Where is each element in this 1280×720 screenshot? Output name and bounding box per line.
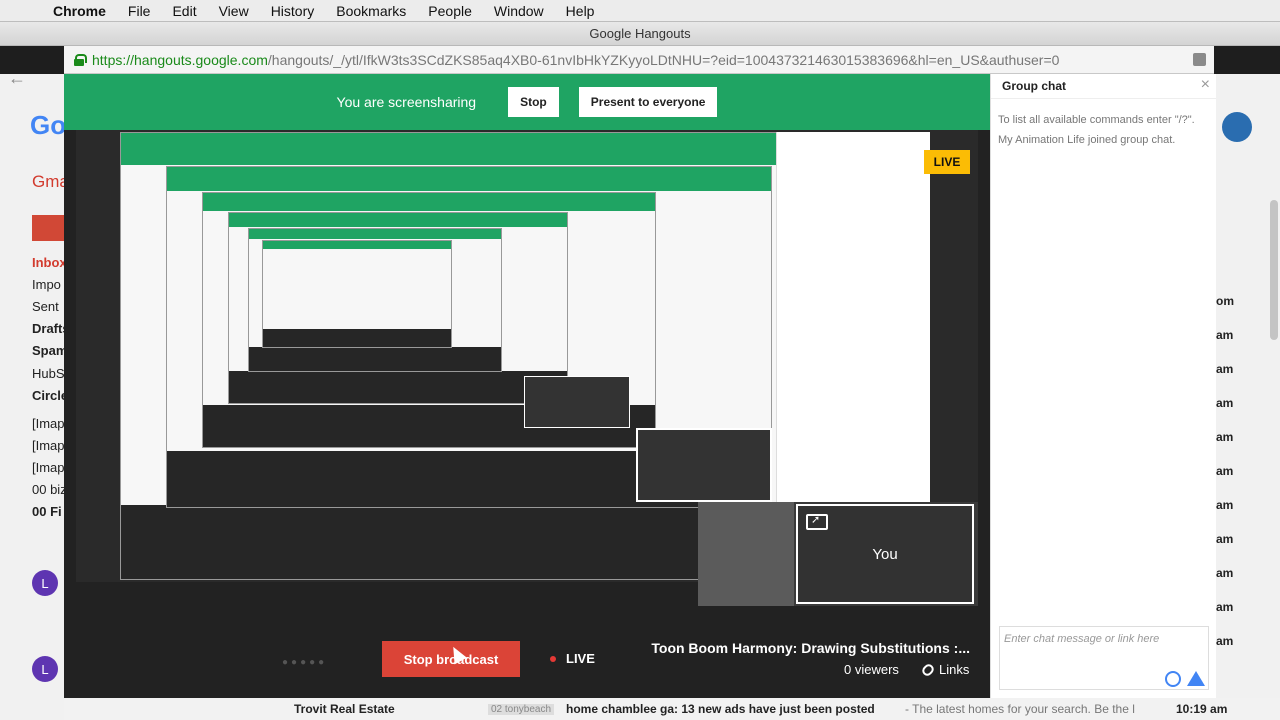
stop-screenshare-button[interactable]: Stop — [508, 87, 559, 117]
broadcast-title: Toon Boom Harmony: Drawing Substitutions… — [651, 640, 970, 656]
screenshare-status: You are screensharing — [336, 94, 477, 110]
email-time: am — [1216, 328, 1234, 342]
contact-avatar[interactable]: L — [32, 656, 58, 682]
email-sender: Trovit Real Estate — [294, 702, 395, 716]
email-time: 10:19 am — [1176, 702, 1228, 716]
email-time: am — [1216, 396, 1234, 410]
live-badge: LIVE — [924, 150, 970, 174]
menu-chrome[interactable]: Chrome — [42, 3, 117, 19]
nav-important[interactable]: Impo — [32, 277, 61, 292]
address-bar[interactable]: https://hangouts.google.com /hangouts/_/… — [64, 46, 1214, 74]
present-to-everyone-button[interactable]: Present to everyone — [578, 87, 718, 117]
contact-avatar[interactable]: L — [32, 570, 58, 596]
email-time: am — [1216, 532, 1234, 546]
live-indicator: LIVE — [566, 651, 595, 666]
menu-help[interactable]: Help — [555, 3, 606, 19]
email-snippet: - The latest homes for your search. Be t… — [905, 702, 1135, 716]
nav-hubspot[interactable]: HubS — [32, 366, 65, 381]
email-label-tag: 02 tonybeach — [488, 703, 555, 715]
toolbar-dim-icons[interactable]: ●●●●● — [282, 657, 327, 668]
email-row[interactable]: Trovit Real Estate 02 tonybeach home cha… — [64, 698, 1280, 720]
nav-imap-3[interactable]: [Imap — [32, 460, 65, 475]
nav-sent[interactable]: Sent — [32, 299, 59, 314]
email-time: om — [1216, 294, 1234, 308]
recursive-self-tile — [524, 376, 630, 428]
url-path: /hangouts/_/ytl/IfkW3ts3SCdZKS85aq4XB0-6… — [267, 51, 1060, 68]
nav-00-biz[interactable]: 00 biz — [32, 482, 67, 497]
chat-message: To list all available commands enter "/?… — [998, 114, 1195, 126]
self-label: You — [872, 545, 898, 563]
lock-icon — [74, 53, 87, 66]
menu-people[interactable]: People — [417, 3, 483, 19]
divider — [991, 98, 1216, 99]
screenshare-tile[interactable]: You — [796, 504, 974, 604]
recursive-frame — [262, 240, 452, 348]
scrollbar[interactable] — [1270, 200, 1278, 340]
group-chat-title: Group chat — [1002, 79, 1067, 93]
close-icon[interactable]: × — [1201, 76, 1210, 94]
back-arrow-icon[interactable]: ← — [8, 68, 26, 89]
menu-window[interactable]: Window — [483, 3, 555, 19]
url-host: https://hangouts.google.com — [92, 51, 268, 68]
window-title: Google Hangouts — [0, 22, 1280, 46]
menu-bookmarks[interactable]: Bookmarks — [325, 3, 417, 19]
email-time: am — [1216, 362, 1234, 376]
chat-message: My Animation Life joined group chat. — [998, 134, 1176, 146]
nav-imap-1[interactable]: [Imap — [32, 416, 65, 431]
recursive-self-tile — [636, 428, 772, 502]
email-time: am — [1216, 600, 1234, 614]
account-avatar[interactable] — [1222, 112, 1252, 142]
self-view[interactable]: You — [698, 502, 978, 606]
menu-view[interactable]: View — [208, 3, 260, 19]
nav-spam[interactable]: Spam — [32, 343, 67, 358]
email-time: am — [1216, 464, 1234, 478]
screenshare-icon — [806, 513, 828, 530]
menu-file[interactable]: File — [117, 3, 162, 19]
hangout-window: You are screensharing Stop Present to ev… — [64, 74, 990, 698]
nav-00-fi[interactable]: 00 Fi — [32, 504, 62, 519]
nav-circles[interactable]: Circle — [32, 388, 68, 403]
links-label: Links — [939, 662, 970, 677]
menu-history[interactable]: History — [260, 3, 326, 19]
extension-icon[interactable] — [1193, 53, 1206, 66]
google-logo: Go — [30, 110, 67, 140]
compose-button[interactable] — [32, 215, 64, 241]
email-time: am — [1216, 430, 1234, 444]
nav-inbox[interactable]: Inbox — [32, 255, 67, 270]
nav-imap-2[interactable]: [Imap — [32, 438, 65, 453]
link-icon — [920, 661, 936, 678]
live-dot-icon — [550, 656, 556, 662]
camera-feed — [698, 502, 794, 606]
recursive-chat-panel — [776, 132, 930, 504]
links-button[interactable]: Links — [920, 661, 970, 678]
menu-edit[interactable]: Edit — [161, 3, 207, 19]
emoji-icon[interactable] — [1165, 671, 1181, 687]
group-chat-panel: Group chat × To list all available comma… — [990, 74, 1216, 698]
email-time: am — [1216, 634, 1234, 648]
email-time: am — [1216, 498, 1234, 512]
mac-menubar: Chrome File Edit View History Bookmarks … — [0, 0, 1280, 22]
drive-icon[interactable] — [1187, 671, 1205, 686]
email-time: am — [1216, 566, 1234, 580]
email-subject: home chamblee ga: 13 new ads have just b… — [566, 702, 875, 716]
screenshare-bar: You are screensharing Stop Present to ev… — [64, 74, 990, 130]
viewer-count: 0 viewers — [844, 662, 899, 677]
